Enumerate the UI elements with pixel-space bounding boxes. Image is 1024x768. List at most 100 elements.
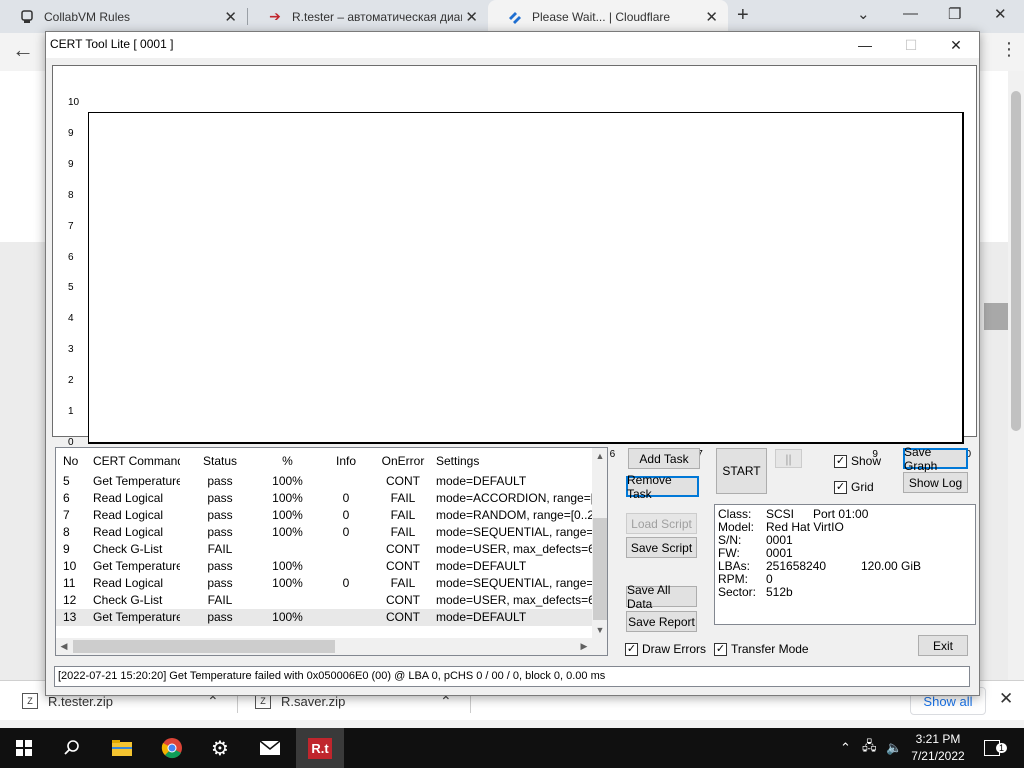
table-cell: 0 <box>342 491 350 505</box>
close-tab-icon[interactable]: ✕ <box>224 8 237 26</box>
table-row[interactable]: 12 Check G-List FAIL CONT mode=USER, max_def… <box>56 592 592 609</box>
table-cell: FAIL <box>207 542 233 556</box>
show-hidden-icons-icon[interactable]: ⌃ <box>840 728 851 768</box>
scroll-thumb[interactable] <box>73 640 335 653</box>
table-row[interactable]: 10 Get Temperature pass 100% CONT mode=DEFAUL… <box>56 558 592 575</box>
table-row[interactable]: 5 Get Temperature pass 100% CONT mode=DEFAULT <box>56 473 592 490</box>
chevron-down-icon[interactable]: ⌄ <box>857 5 870 23</box>
y-tick-label: 5 <box>68 282 74 294</box>
add-task-button[interactable]: Add Task <box>628 448 700 469</box>
settings-icon[interactable]: ⚙ <box>196 728 244 768</box>
file-explorer-icon[interactable] <box>98 728 146 768</box>
show-log-button[interactable]: Show Log <box>903 472 968 493</box>
save-report-button[interactable]: Save Report <box>626 611 697 632</box>
volume-icon[interactable]: 🔈 <box>886 728 902 768</box>
search-icon[interactable] <box>48 728 96 768</box>
checkbox-check-icon[interactable]: ✓ <box>625 642 638 656</box>
close-download-bar-icon[interactable]: ✕ <box>999 689 1013 709</box>
browser-tab-rtester[interactable]: ➔ R.tester – автоматическая диагн ✕ <box>248 0 488 33</box>
taskbar-clock[interactable]: 3:21 PM 7/21/2022 <box>904 731 972 765</box>
table-cell: Get Temperature <box>93 474 180 488</box>
browser-tab-collabvm[interactable]: CollabVM Rules ✕ <box>0 0 247 33</box>
menu-kebab-icon[interactable]: ⋮ <box>1000 39 1018 60</box>
tab-title: Please Wait... | Cloudflare <box>532 9 671 24</box>
table-cell: pass <box>207 576 233 590</box>
dialog-title: CERT Tool Lite [ 0001 ] <box>50 37 174 51</box>
page-sidebar-block <box>984 303 1008 330</box>
column-header[interactable]: Status <box>180 453 260 471</box>
column-header[interactable]: % <box>260 453 315 471</box>
table-horizontal-scrollbar[interactable]: ◀ ▶ <box>56 638 592 655</box>
rtester-app-label: R.t <box>308 737 332 759</box>
pause-button: || <box>775 449 802 468</box>
table-vertical-scrollbar[interactable]: ▲ ▼ <box>592 448 607 638</box>
table-cell: 10 <box>63 559 77 573</box>
close-icon[interactable]: ✕ <box>994 5 1007 23</box>
column-header[interactable]: Settings <box>429 453 592 471</box>
y-tick-label: 9 <box>68 127 74 139</box>
rtester-app-icon[interactable]: R.t <box>296 728 344 768</box>
back-arrow-icon[interactable]: ← <box>12 37 34 63</box>
scroll-right-icon[interactable]: ▶ <box>576 638 592 655</box>
new-tab-icon[interactable]: + <box>737 4 749 27</box>
column-header[interactable]: Info <box>315 453 377 471</box>
scroll-thumb[interactable] <box>593 518 607 620</box>
scroll-left-icon[interactable]: ◀ <box>56 638 72 655</box>
draw-errors-checkbox[interactable]: ✓ Draw Errors <box>625 642 706 656</box>
start-button[interactable]: START <box>716 448 767 494</box>
table-row[interactable]: 9 Check G-List FAIL CONT mode=USER, max_defe… <box>56 541 592 558</box>
table-cell <box>260 592 315 609</box>
table-cell: pass <box>207 610 233 624</box>
save-all-data-button[interactable]: Save All Data <box>626 583 697 611</box>
table-row[interactable]: 8 Read Logical pass 100% 0 FAIL mode=SEQUENTIA… <box>56 524 592 541</box>
scroll-down-icon[interactable]: ▼ <box>592 622 607 638</box>
transfer-mode-checkbox[interactable]: ✓ Transfer Mode <box>714 642 809 656</box>
table-cell <box>315 541 377 558</box>
network-icon[interactable]: 🖧 <box>862 728 877 768</box>
restore-icon[interactable]: ❐ <box>948 5 961 23</box>
table-row[interactable]: 7 Read Logical pass 100% 0 FAIL mode=RANDOM, r… <box>56 507 592 524</box>
close-tab-icon[interactable]: ✕ <box>465 8 478 26</box>
page-scrollbar[interactable] <box>1008 71 1024 680</box>
checkbox-check-icon[interactable]: ✓ <box>714 642 727 656</box>
checkbox-check-icon[interactable]: ✓ <box>834 480 847 494</box>
save-graph-button[interactable]: Save Graph <box>903 445 968 473</box>
column-header[interactable]: OnError <box>377 453 429 471</box>
cert-tool-dialog: CERT Tool Lite [ 0001 ] — ☐ ✕ 0123456789… <box>45 31 980 696</box>
notification-icon[interactable]: 1 <box>984 728 1008 768</box>
exit-button[interactable]: Exit <box>918 635 968 656</box>
grid-checkbox[interactable]: ✓ Grid <box>834 480 874 494</box>
column-header[interactable]: CERT Command <box>86 453 180 471</box>
model-label: Model: <box>718 520 755 534</box>
close-icon[interactable]: ✕ <box>933 33 979 57</box>
browser-tab-cloudflare[interactable]: Please Wait... | Cloudflare ✕ <box>488 0 728 33</box>
start-icon[interactable] <box>0 728 48 768</box>
mail-icon[interactable] <box>246 728 294 768</box>
class-value: SCSI <box>766 507 795 521</box>
table-cell: mode=USER, max_defects=6553 <box>436 542 592 556</box>
table-row[interactable]: 13 Get Temperature pass 100% CONT mode=DEFAUL… <box>56 609 592 626</box>
maximize-icon: ☐ <box>904 36 918 53</box>
checkbox-check-icon[interactable]: ✓ <box>834 454 847 468</box>
table-row[interactable]: 11 Read Logical pass 100% 0 FAIL mode=SEQUENTI… <box>56 575 592 592</box>
status-line: [2022-07-21 15:20:20] Get Temperature fa… <box>54 666 970 687</box>
scroll-up-icon[interactable]: ▲ <box>592 448 607 464</box>
y-tick-label: 3 <box>68 344 74 356</box>
remove-task-button[interactable]: Remove Task <box>626 473 699 501</box>
minimize-icon[interactable]: — <box>842 33 888 57</box>
show-checkbox[interactable]: ✓ Show <box>834 454 881 468</box>
plot-area <box>88 112 964 444</box>
graph-panel: 0123456789910 012345678910 <box>52 65 977 460</box>
table-row[interactable]: 6 Read Logical pass 100% 0 FAIL mode=ACCORDION… <box>56 490 592 507</box>
dialog-title-bar[interactable]: CERT Tool Lite [ 0001 ] — ☐ ✕ <box>46 32 979 58</box>
save-script-button[interactable]: Save Script <box>626 537 697 558</box>
close-tab-icon[interactable]: ✕ <box>705 8 718 26</box>
sector-label: Sector: <box>718 585 757 599</box>
clock-date: 7/21/2022 <box>911 749 965 763</box>
y-tick-label: 2 <box>68 375 74 387</box>
table-cell: mode=RANDOM, range=[0..2516 <box>436 508 592 522</box>
column-header[interactable]: No <box>56 453 86 471</box>
minimize-icon[interactable]: — <box>903 5 918 22</box>
table-cell <box>315 609 377 626</box>
chrome-icon[interactable] <box>148 728 196 768</box>
